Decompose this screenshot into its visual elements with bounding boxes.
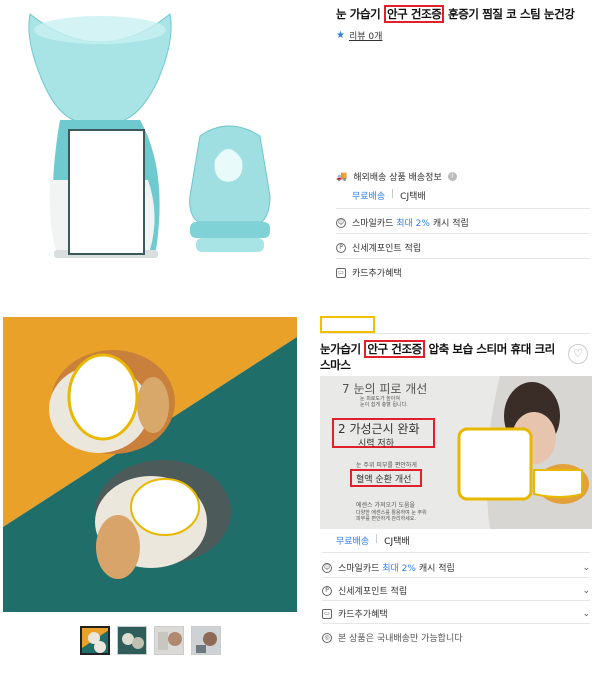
review-rating[interactable]: ★ 리뷰 0개 [336,29,382,42]
divider [322,600,590,601]
domestic-shipping-notice: ◎ 본 상품은 국내배송만 가능합니다 [322,631,590,644]
heart-icon[interactable]: ♡ [568,344,588,364]
smile-card-icon: ☺ [322,562,332,573]
review-count-link[interactable]: 리뷰 0개 [349,29,382,42]
title-prefix: 눈가습기 [320,342,365,356]
bottom-product-title: 눈가습기 안구 건조증 압축 보습 스티머 휴대 크리스마스 [320,340,562,373]
benefit-text: 신세계포인트 적립 [338,587,408,597]
benefit-text: 카드추가혜택 [338,610,388,620]
title-highlight: 안구 건조증 [364,340,425,358]
benefit-card-extra[interactable]: ▭ 카드추가혜택 [336,266,402,279]
banner-line-3-head: 눈 주위 피부를 편안하게 [356,462,417,469]
banner-line-1-sub: 눈 피로도가 높아져 눈이 쉽게 충혈 됩니다. [360,396,408,408]
title-suffix: 훈증기 찜질 코 스팀 눈건강 [444,7,575,21]
promo-banner: 7 눈의 피로 개선 눈 피로도가 높아져 눈이 쉽게 충혈 됩니다. 2 가성… [320,376,592,529]
carrier-label: CJ택배 [400,192,426,202]
separator: | [375,534,379,544]
banner-line-4-sub: 다양한 에센스를 활용하여 눈 주위 피부를 편안하게 관리하세요. [356,510,427,522]
benefit-text: 신세계포인트 적립 [352,244,422,254]
star-icon: ★ [336,30,345,41]
divider [322,623,590,624]
benefit-text: 스마일카드 최대 2% 캐시 적립 [338,564,455,574]
separator: | [391,189,395,199]
divider [320,333,590,334]
divider [336,233,590,234]
benefit-text: 스마일카드 최대 2% 캐시 적립 [352,219,469,229]
main-product-photo [3,317,297,612]
title-prefix: 눈 가습기 [336,7,384,21]
free-shipping-label: 무료배송 [352,192,386,202]
notice-text: 본 상품은 국내배송만 가능합니다 [338,634,463,644]
divider [336,208,590,209]
steamer-illustration [28,13,271,258]
title-highlight: 안구 건조증 [383,5,445,23]
carrier-label: CJ택배 [384,537,410,547]
benefit-ssg-point[interactable]: P 신세계포인트 적립 [336,241,421,254]
chevron-down-icon[interactable]: ⌄ [582,609,590,619]
card-icon: ▭ [336,267,346,278]
banner-line-2-sub: 시력 저하 [358,439,394,449]
thumbnail-1[interactable] [80,626,110,655]
annotation-box [320,316,375,333]
info-icon[interactable]: i [447,172,457,181]
steamer-photo [3,317,297,612]
top-product-image [0,0,300,290]
globe-icon: ◎ [322,632,332,643]
benefit-text: 카드추가혜택 [352,269,402,279]
shipping-info-2: 무료배송 | CJ택배 [336,534,410,547]
shipping-info: 🚚 해외배송 상품 배송정보 i 무료배송 | CJ택배 [336,170,457,202]
banner-line-3: 혈액 순환 개선 [356,475,412,485]
divider [336,258,590,259]
thumbnail-strip [80,626,221,655]
chevron-down-icon[interactable]: ⌄ [582,563,590,573]
point-icon: P [336,242,346,253]
thumbnail-4[interactable] [191,626,221,655]
thumbnail-3[interactable] [154,626,184,655]
banner-line-4: 에센스 가져오기 도움을 [356,502,416,509]
banner-line-2: 2 가성근시 완화 [338,422,420,436]
benefit-card-extra-2[interactable]: ▭ 카드추가혜택 ⌄ [322,607,590,620]
banner-line-1: 7 눈의 피로 개선 [342,382,428,396]
point-icon: P [322,585,332,596]
chevron-down-icon[interactable]: ⌄ [582,586,590,596]
truck-icon: 🚚 [336,171,348,182]
divider [322,577,590,578]
benefit-smile-card[interactable]: ☺ 스마일카드 최대 2% 캐시 적립 [336,216,469,229]
free-shipping-label: 무료배송 [336,537,370,547]
top-product-title: 눈 가습기 안구 건조증 훈증기 찜질 코 스팀 눈건강 [336,5,575,23]
thumbnail-2[interactable] [117,626,147,655]
benefit-ssg-point-2[interactable]: P 신세계포인트 적립 ⌄ [322,584,590,597]
shipping-heading: 해외배송 상품 배송정보 [353,173,442,183]
benefit-smile-card-2[interactable]: ☺ 스마일카드 최대 2% 캐시 적립 ⌄ [322,561,590,574]
card-icon: ▭ [322,608,332,619]
divider [322,552,590,553]
smile-card-icon: ☺ [336,217,346,228]
